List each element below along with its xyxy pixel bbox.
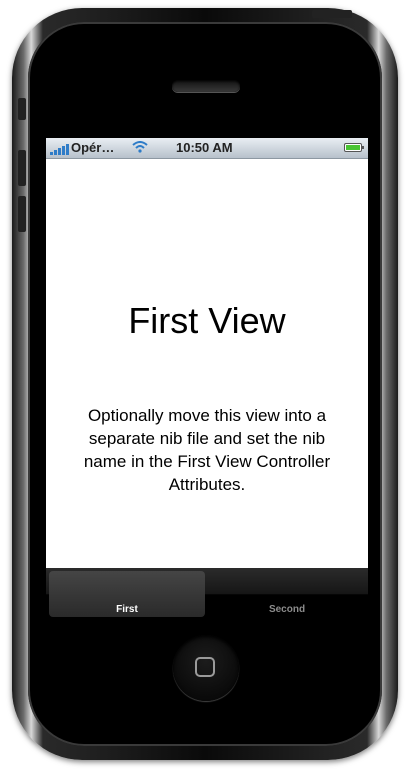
battery-level-fill (346, 145, 360, 150)
carrier-name: Opér… (71, 140, 115, 155)
app-screen: Opér… 10:50 AM First View Optionally mov… (46, 138, 368, 620)
tab-first[interactable]: First (49, 571, 205, 617)
tab-second[interactable]: Second (209, 571, 365, 617)
status-time: 10:50 AM (176, 140, 233, 155)
mute-switch (18, 98, 26, 120)
tab-first-label: First (116, 604, 138, 615)
signal-icon (50, 144, 69, 155)
home-button-icon (195, 657, 215, 677)
volume-down-button (18, 196, 26, 232)
tab-bar: First Second (46, 568, 368, 620)
tab-second-label: Second (268, 604, 306, 615)
wifi-icon (132, 141, 148, 153)
volume-up-button (18, 150, 26, 186)
earpiece-speaker (172, 80, 240, 92)
status-bar: Opér… 10:50 AM (46, 138, 368, 159)
battery-icon (344, 143, 364, 152)
home-button[interactable] (173, 635, 239, 701)
view-description: Optionally move this view into a separat… (83, 406, 331, 494)
view-title: First View (128, 300, 286, 341)
sleep-button (312, 10, 352, 18)
